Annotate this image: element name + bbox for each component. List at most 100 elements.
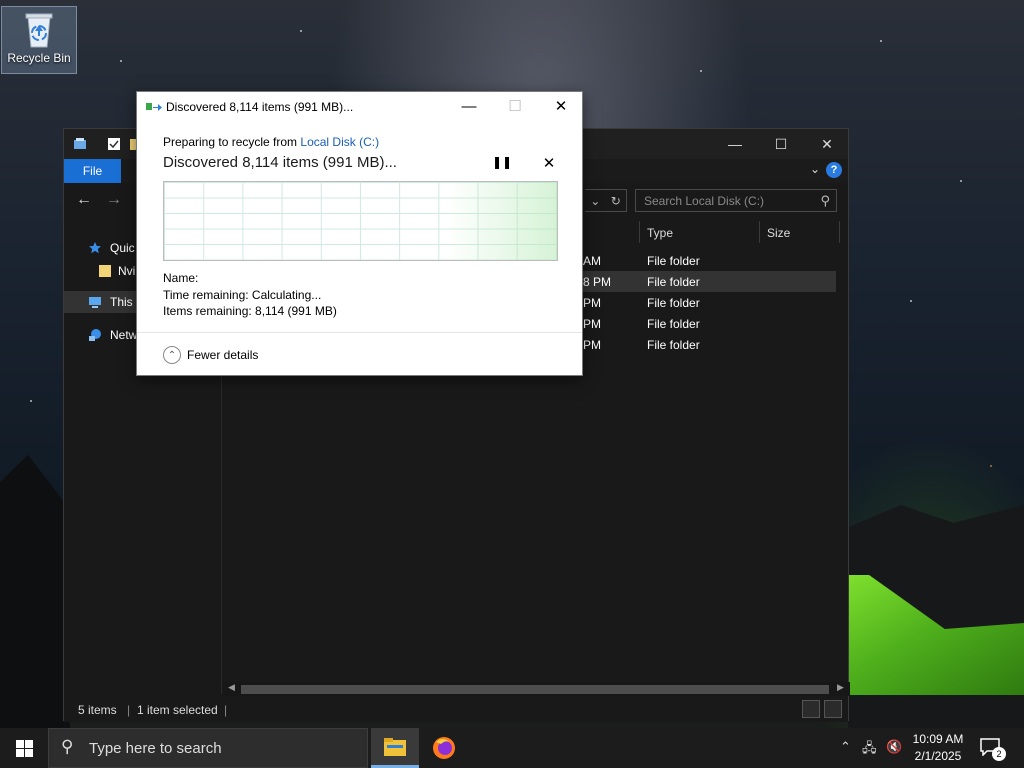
- items-remaining: Items remaining: 8,114 (991 MB): [163, 304, 337, 318]
- chevron-left-icon[interactable]: ◀: [228, 682, 235, 693]
- scrollbar-thumb[interactable]: [241, 685, 829, 694]
- horizontal-scrollbar[interactable]: ◀ ▶: [223, 682, 850, 696]
- mountain-silhouette: [0, 455, 70, 728]
- computer-icon: [89, 297, 101, 308]
- star: [700, 70, 702, 72]
- row-date: PM: [583, 296, 601, 310]
- progress-status: Discovered 8,114 items (991 MB)...: [163, 154, 397, 171]
- taskbar-search-placeholder: Type here to search: [89, 740, 222, 757]
- recycle-bin-label: Recycle Bin: [7, 51, 71, 65]
- star: [120, 60, 122, 62]
- windows-logo-icon: [15, 739, 33, 757]
- source-link[interactable]: Local Disk (C:): [300, 135, 379, 149]
- sidebar-item-label: Netw: [110, 328, 138, 342]
- column-header-type[interactable]: Type: [647, 226, 673, 240]
- fewer-details-button[interactable]: ⌃ Fewer details: [163, 346, 258, 364]
- star-icon: [89, 242, 101, 254]
- file-operation-icon: [146, 103, 162, 111]
- taskbar-firefox[interactable]: [420, 728, 468, 768]
- row-date: AM: [583, 254, 601, 268]
- close-button[interactable]: ✕: [804, 129, 850, 159]
- minimize-button[interactable]: —: [712, 129, 758, 159]
- network-icon[interactable]: 🖧: [862, 739, 877, 761]
- star: [300, 30, 302, 32]
- taskbar-search-input[interactable]: ⚲ Type here to search: [48, 728, 368, 768]
- search-icon: ⚲: [61, 737, 74, 756]
- chevron-up-icon[interactable]: ⌃: [840, 739, 851, 755]
- clock[interactable]: 10:09 AM 2/1/2025: [908, 731, 968, 765]
- fewer-details-label: Fewer details: [187, 348, 259, 362]
- notification-center-button[interactable]: 2: [980, 738, 1006, 761]
- notification-badge: 2: [992, 747, 1006, 761]
- firefox-icon: [433, 737, 455, 759]
- folder-icon: [384, 738, 406, 756]
- star: [30, 400, 32, 402]
- star: [880, 40, 882, 42]
- status-bar: 5 items | 1 item selected |: [64, 698, 848, 722]
- chevron-right-icon[interactable]: ▶: [837, 682, 844, 693]
- row-type: File folder: [647, 317, 700, 331]
- sidebar-item-label: This: [110, 295, 133, 309]
- back-arrow-icon[interactable]: ←: [76, 191, 92, 209]
- star: [990, 465, 992, 467]
- preparing-text: Preparing to recycle from: [163, 135, 301, 149]
- chevron-down-icon[interactable]: ⌄: [810, 162, 820, 176]
- dialog-title: Discovered 8,114 items (991 MB)...: [166, 100, 354, 114]
- chevron-down-icon[interactable]: ⌄: [590, 194, 600, 208]
- folder-icon: [99, 265, 111, 277]
- name-label: Name:: [163, 271, 199, 285]
- help-icon[interactable]: ?: [826, 162, 842, 178]
- recycle-bin-icon: [23, 11, 55, 49]
- time-remaining: Time remaining: Calculating...: [163, 288, 322, 302]
- large-icons-view-button[interactable]: [824, 700, 842, 718]
- clock-time: 10:09 AM: [912, 732, 964, 746]
- forward-arrow-icon[interactable]: →: [106, 191, 122, 209]
- row-date: 8 PM: [583, 275, 612, 289]
- row-type: File folder: [647, 338, 700, 352]
- row-type: File folder: [647, 254, 700, 268]
- search-input[interactable]: Search Local Disk (C:) ⚲: [635, 189, 837, 212]
- search-placeholder: Search Local Disk (C:): [644, 194, 765, 208]
- column-divider[interactable]: [639, 221, 640, 243]
- item-count: 5 items: [78, 703, 117, 717]
- taskbar: ⚲ Type here to search ⌃ 🖧 🔇 10:09 AM 2/1…: [0, 728, 1024, 768]
- maximize-button[interactable]: ☐: [758, 129, 804, 159]
- chevron-up-icon: ⌃: [163, 346, 181, 364]
- status-separator: |: [224, 703, 228, 717]
- taskbar-file-explorer[interactable]: [371, 728, 419, 768]
- network-icon: [89, 329, 101, 341]
- minimize-button[interactable]: —: [446, 92, 492, 120]
- transfer-speed-graph: [163, 181, 558, 261]
- clock-date: 2/1/2025: [914, 749, 962, 763]
- volume-muted-icon[interactable]: 🔇: [886, 739, 902, 755]
- recycle-progress-dialog: Discovered 8,114 items (991 MB)... — ☐ ✕…: [136, 91, 583, 376]
- maximize-button: ☐: [508, 98, 522, 115]
- column-header-size[interactable]: Size: [767, 226, 790, 240]
- tab-file[interactable]: File: [64, 159, 121, 183]
- refresh-icon[interactable]: ↻: [611, 194, 621, 208]
- row-date: PM: [583, 338, 601, 352]
- recycle-bin-shortcut[interactable]: Recycle Bin: [1, 6, 77, 74]
- operation-description: Preparing to recycle from Local Disk (C:…: [163, 135, 379, 149]
- divider: [137, 332, 582, 333]
- row-type: File folder: [647, 296, 700, 310]
- checkbox-icon[interactable]: [107, 137, 121, 151]
- dialog-titlebar[interactable]: Discovered 8,114 items (991 MB)... — ☐ ✕: [137, 92, 582, 120]
- start-button[interactable]: [0, 728, 48, 768]
- selection-count: 1 item selected: [137, 703, 218, 717]
- star: [910, 300, 912, 302]
- pause-button[interactable]: ❚❚: [492, 155, 512, 173]
- properties-icon[interactable]: [73, 137, 87, 151]
- star: [960, 180, 962, 182]
- search-icon[interactable]: ⚲: [820, 193, 830, 209]
- status-separator: |: [127, 703, 131, 717]
- cancel-button[interactable]: ✕: [539, 154, 559, 172]
- row-date: PM: [583, 317, 601, 331]
- address-bar-controls[interactable]: ⌄ ↻: [585, 189, 627, 212]
- close-button[interactable]: ✕: [538, 92, 584, 120]
- column-divider[interactable]: [839, 221, 840, 243]
- row-type: File folder: [647, 275, 700, 289]
- sidebar-item-label: Nvi: [118, 264, 136, 278]
- details-view-button[interactable]: [802, 700, 820, 718]
- column-divider[interactable]: [759, 221, 760, 243]
